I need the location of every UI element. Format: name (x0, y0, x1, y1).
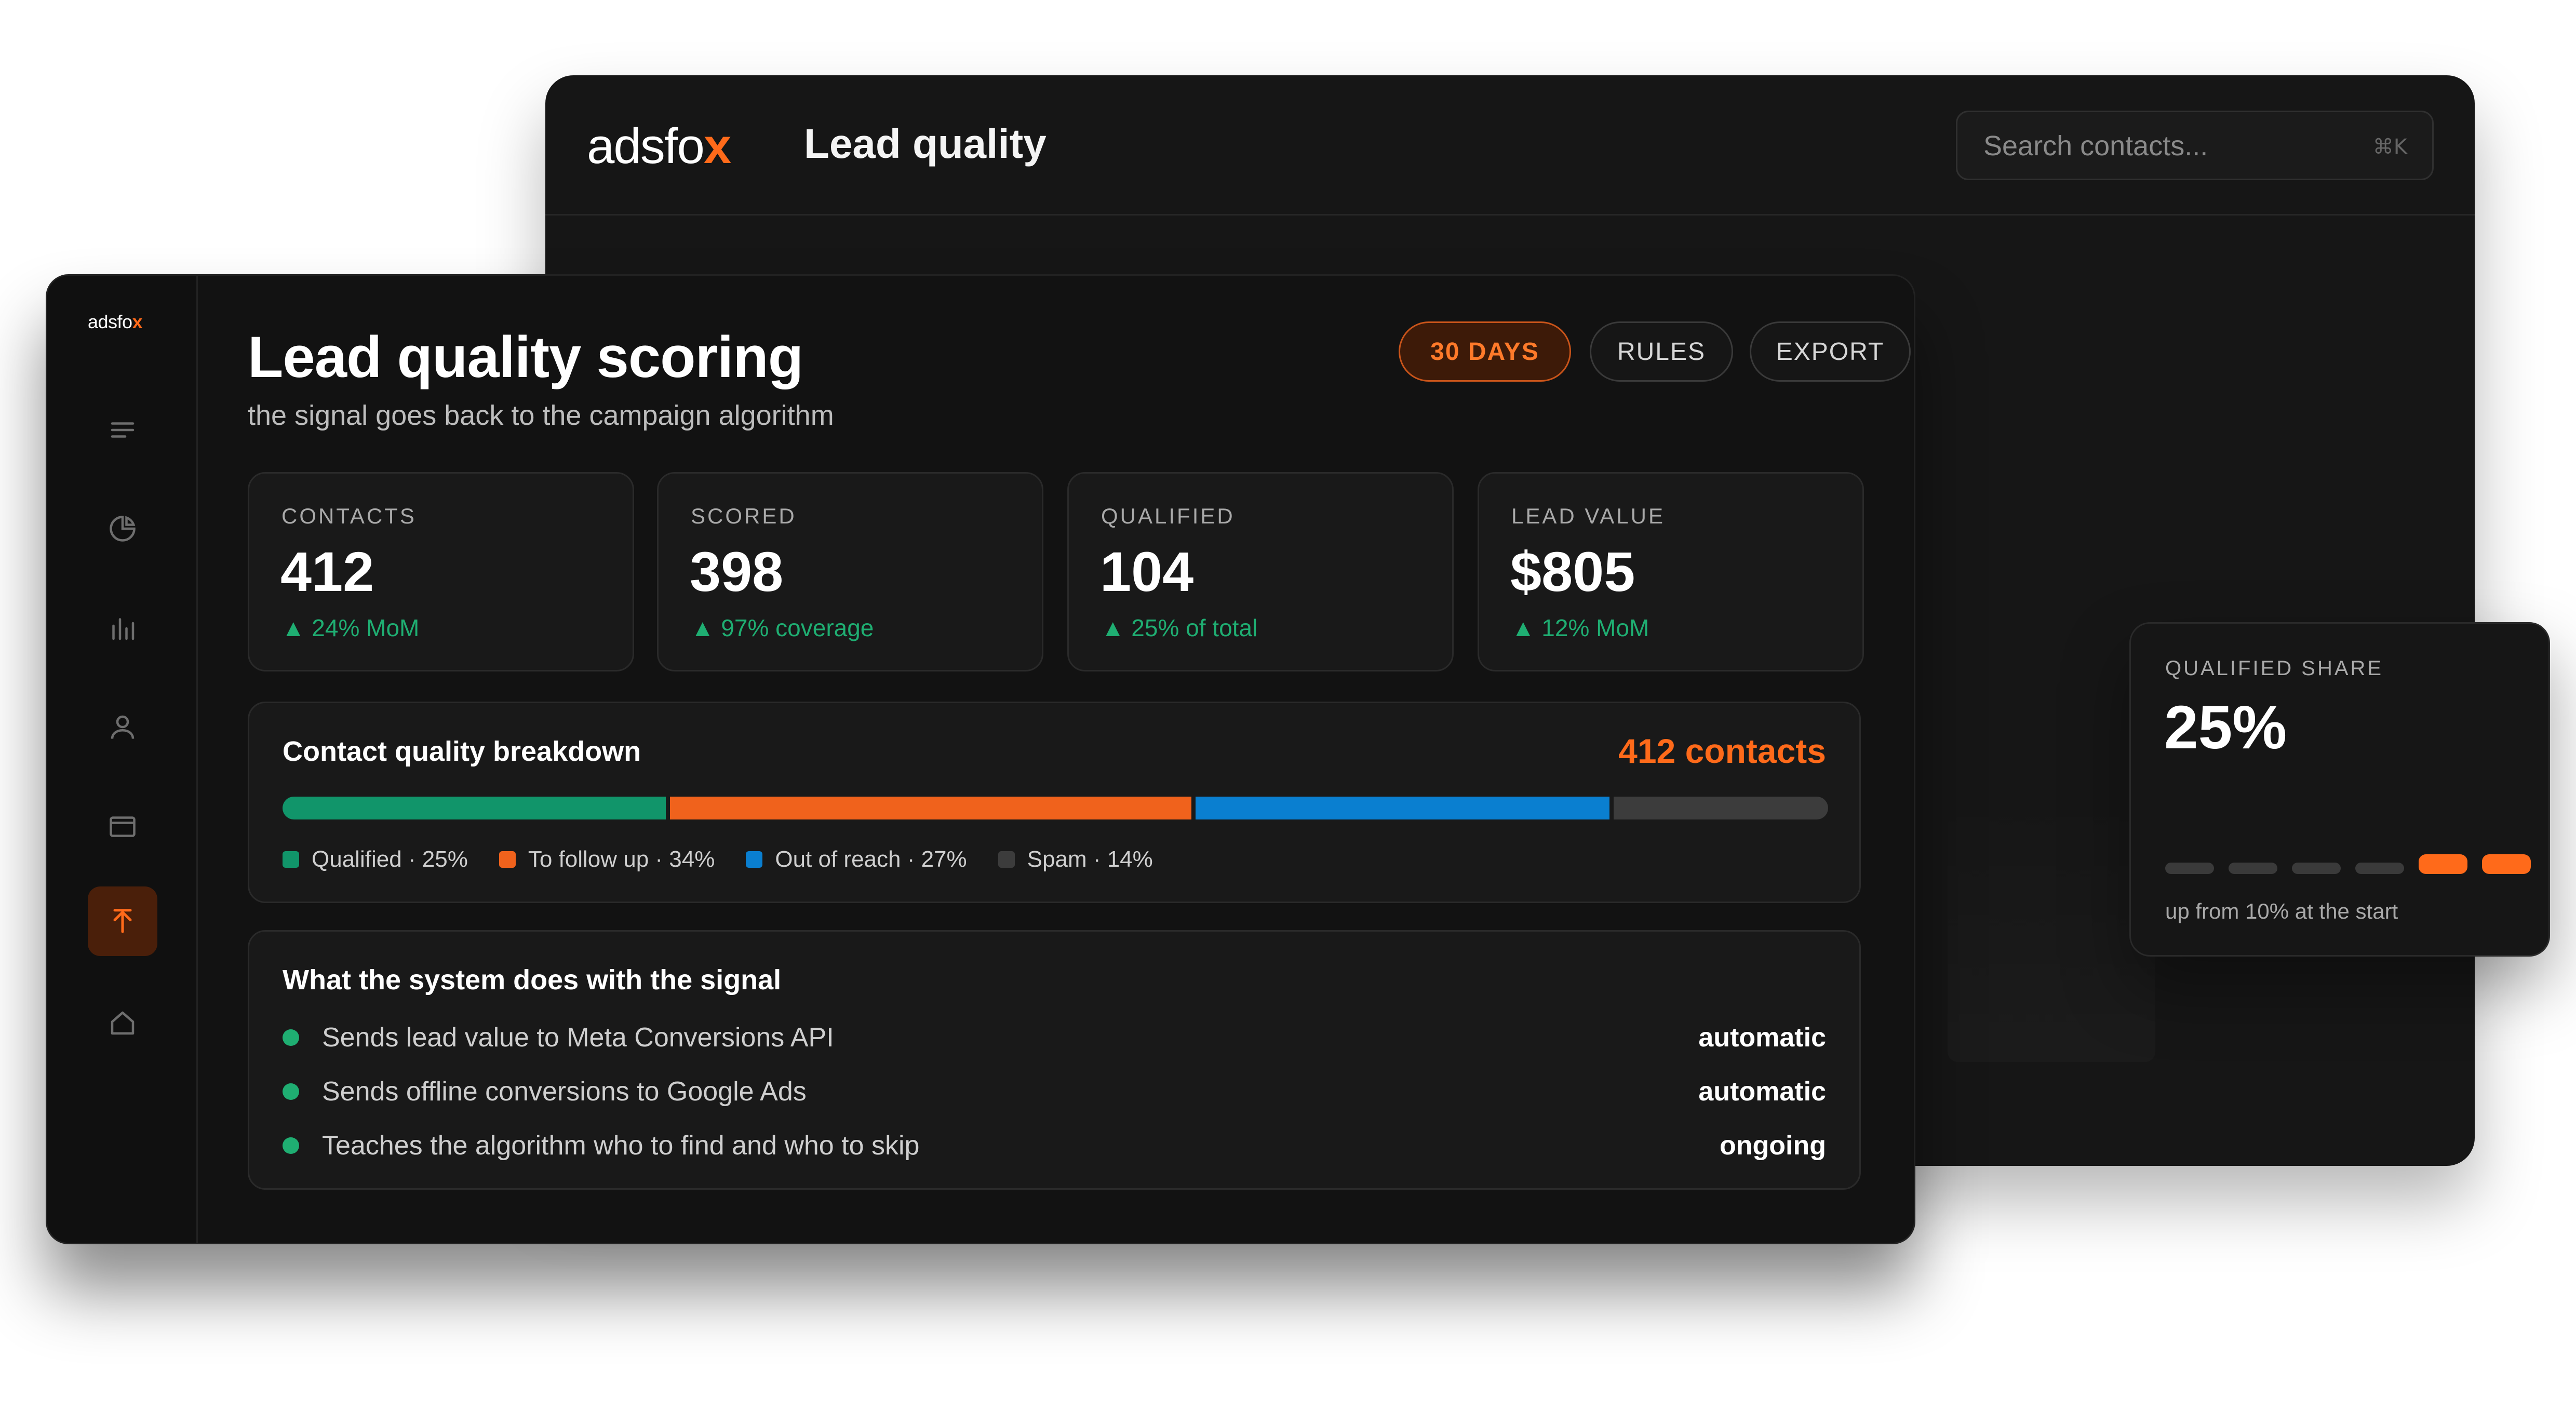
progress-step (2419, 854, 2467, 874)
filter-30-days-button[interactable]: 30 DAYS (1399, 321, 1571, 382)
sidebar-item-menu[interactable] (88, 395, 157, 465)
main-content: Lead quality scoring the signal goes bac… (198, 276, 1914, 1243)
sidebar-item-lead-quality[interactable] (88, 886, 157, 956)
back-window-title: Lead quality (804, 120, 1046, 167)
kpi-card-scored: SCORED 398 ▲ 97% coverage (657, 472, 1043, 671)
sidebar-item-reports[interactable] (88, 594, 157, 663)
action-status: ongoing (1719, 1131, 1826, 1161)
legend-label: To follow up · 34% (528, 846, 715, 872)
quality-breakdown-card: Contact quality breakdown 412 contacts Q… (248, 702, 1861, 903)
segment-qualified (283, 797, 666, 819)
kpi-delta: ▲ 97% coverage (691, 614, 874, 641)
kpi-label: LEAD VALUE (1511, 504, 1665, 528)
pie-chart-icon (110, 516, 136, 542)
kpi-delta: ▲ 12% MoM (1511, 614, 1649, 641)
bar-chart-icon (112, 618, 135, 640)
progress-step (2229, 863, 2277, 874)
segment-follow-up (670, 797, 1191, 819)
card-icon (110, 816, 136, 837)
kpi-card-qualified: QUALIFIED 104 ▲ 25% of total (1067, 472, 1454, 671)
main-window: adsfox Lead quality scoring the signal g… (46, 274, 1915, 1244)
actions-title: What the system does with the signal (283, 964, 782, 996)
legend-item-qualified: Qualified · 25% (283, 846, 468, 872)
user-icon (111, 715, 135, 739)
background-decoration (1948, 792, 2155, 1062)
legend-item-follow-up: To follow up · 34% (499, 846, 715, 872)
search-box[interactable]: ⌘K (1956, 111, 2434, 180)
upload-arrow-icon (113, 909, 132, 933)
page-title: Lead quality scoring (248, 325, 803, 389)
legend-swatch (283, 851, 299, 868)
rules-button[interactable]: RULES (1590, 321, 1733, 382)
search-input[interactable] (1983, 128, 2347, 164)
qualified-share-card: QUALIFIED SHARE 25% up from 10% at the s… (2129, 622, 2550, 957)
share-value: 25% (2164, 693, 2287, 762)
legend-swatch (998, 851, 1015, 868)
sidebar-item-home[interactable] (88, 988, 157, 1058)
kpi-value: 104 (1100, 540, 1194, 603)
segment-spam (1613, 797, 1829, 819)
sidebar: adsfox (47, 276, 198, 1243)
legend-label: Qualified · 25% (312, 846, 468, 872)
kpi-card-lead-value: LEAD VALUE $805 ▲ 12% MoM (1478, 472, 1864, 671)
legend-label: Out of reach · 27% (775, 846, 967, 872)
export-button[interactable]: EXPORT (1750, 321, 1911, 382)
segment-out-of-reach (1195, 797, 1609, 819)
action-text: Sends lead value to Meta Conversions API (322, 1023, 834, 1053)
legend-label: Spam · 14% (1027, 846, 1153, 872)
status-dot (283, 1083, 299, 1100)
sidebar-logo: adsfox (88, 311, 143, 332)
progress-step (2355, 863, 2404, 874)
kpi-card-contacts: CONTACTS 412 ▲ 24% MoM (248, 472, 634, 671)
action-row: Sends lead value to Meta Conversions API… (283, 1018, 1826, 1059)
kpi-delta: ▲ 24% MoM (281, 614, 420, 641)
legend-item-out-of-reach: Out of reach · 27% (746, 846, 967, 872)
action-text: Teaches the algorithm who to find and wh… (322, 1131, 920, 1161)
quality-segment-bar (283, 797, 1829, 819)
legend-swatch (746, 851, 763, 868)
home-icon (111, 1011, 135, 1035)
share-progress-steps (2165, 854, 2531, 874)
page-subtitle: the signal goes back to the campaign alg… (248, 400, 834, 431)
breakdown-contact-count: 412 contacts (1618, 732, 1826, 770)
adsfox-logo: adsfox (587, 118, 731, 174)
kpi-value: 412 (280, 540, 374, 603)
progress-step (2292, 863, 2341, 874)
breakdown-title: Contact quality breakdown (283, 736, 641, 767)
action-text: Sends offline conversions to Google Ads (322, 1077, 807, 1107)
kpi-value: $805 (1510, 540, 1635, 603)
search-shortcut-hint: ⌘K (2372, 135, 2407, 159)
breakdown-legend: Qualified · 25% To follow up · 34% Out o… (283, 846, 1153, 872)
kpi-label: QUALIFIED (1101, 504, 1235, 528)
share-note: up from 10% at the start (2165, 899, 2398, 923)
kpi-label: CONTACTS (281, 504, 417, 528)
share-label: QUALIFIED SHARE (2165, 657, 2384, 680)
action-row: Sends offline conversions to Google Ads … (283, 1072, 1826, 1113)
signal-actions-card: What the system does with the signal Sen… (248, 930, 1861, 1190)
status-dot (283, 1137, 299, 1154)
action-status: automatic (1698, 1077, 1826, 1107)
menu-icon (111, 422, 135, 438)
legend-swatch (499, 851, 516, 868)
sidebar-item-billing[interactable] (88, 792, 157, 862)
sidebar-item-analytics[interactable] (88, 494, 157, 563)
sidebar-item-contacts[interactable] (88, 692, 157, 762)
legend-item-spam: Spam · 14% (998, 846, 1153, 872)
back-window-header: adsfox Lead quality ⌘K (545, 75, 2475, 216)
status-dot (283, 1029, 299, 1046)
action-row: Teaches the algorithm who to find and wh… (283, 1126, 1826, 1167)
progress-step (2482, 854, 2531, 874)
kpi-label: SCORED (691, 504, 797, 528)
kpi-value: 398 (690, 540, 784, 603)
action-status: automatic (1698, 1023, 1826, 1053)
progress-step (2165, 863, 2214, 874)
kpi-delta: ▲ 25% of total (1101, 614, 1258, 641)
